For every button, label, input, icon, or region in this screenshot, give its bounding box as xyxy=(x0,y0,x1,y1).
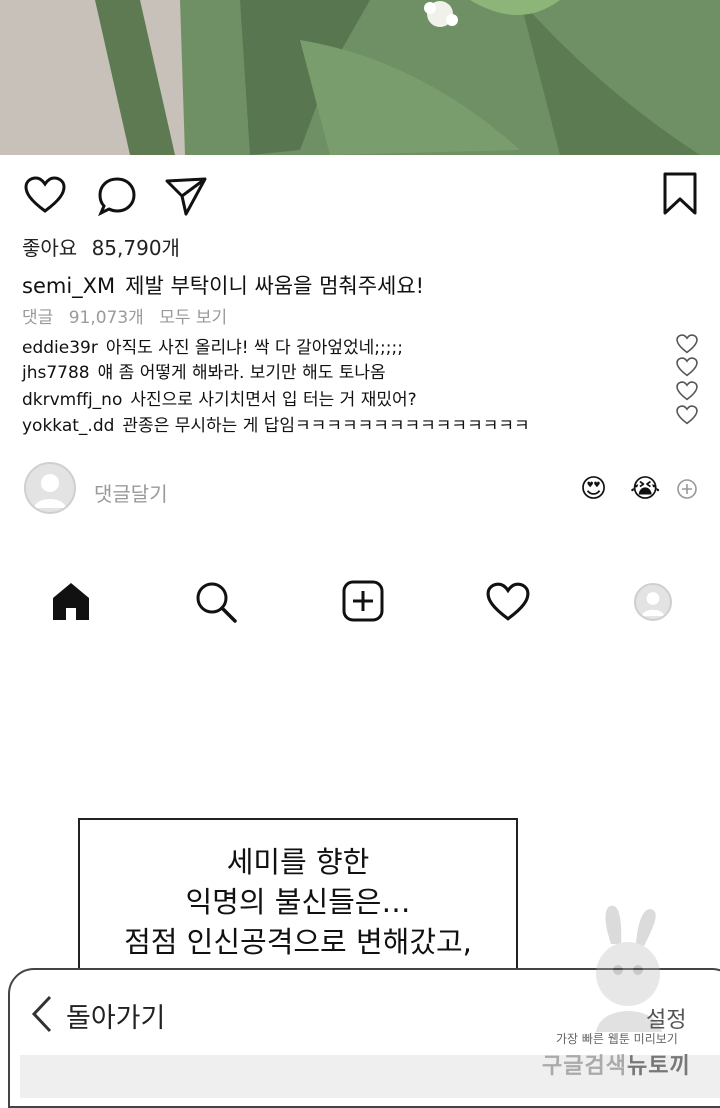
watermark-tagline: 가장 빠른 웹툰 미리보기 xyxy=(556,1032,678,1046)
comment-text: 얘 좀 어떻게 해봐라. 보기만 해도 토나옴 xyxy=(97,363,386,383)
share-icon[interactable] xyxy=(164,176,208,216)
comments-count: 91,073개 xyxy=(68,308,144,328)
comment-like-heart-icon[interactable] xyxy=(676,381,698,401)
comment-icon[interactable] xyxy=(96,176,138,216)
bookmark-icon[interactable] xyxy=(662,172,698,216)
comment-row: jhs7788 얘 좀 어떻게 해봐라. 보기만 해도 토나옴 xyxy=(22,358,386,383)
back-button[interactable]: 돌아가기 xyxy=(66,996,165,1035)
post-image xyxy=(0,0,720,155)
view-all-label: 모두 보기 xyxy=(159,308,228,328)
add-comment-input[interactable]: 댓글달기 xyxy=(94,478,168,507)
chevron-left-icon[interactable] xyxy=(30,994,54,1034)
comment-like-heart-icon[interactable] xyxy=(676,357,698,377)
comments-label: 댓글 xyxy=(22,308,54,328)
likes-count: 좋아요 85,790개 xyxy=(22,232,180,261)
heart-eyes-emoji-button[interactable]: 😍 xyxy=(580,474,607,504)
comment-username[interactable]: jhs7788 xyxy=(22,363,90,383)
profile-icon[interactable] xyxy=(634,583,672,621)
comment-text: 아직도 사진 올리냐! 싹 다 갈아엎었네;;;;; xyxy=(105,338,403,358)
caption-text: 제발 부탁이니 싸움을 멈춰주세요! xyxy=(125,274,425,298)
likes-number: 85,790개 xyxy=(91,236,180,260)
watermark-title-a: 구글검색 xyxy=(542,1054,627,1079)
heart-icon[interactable] xyxy=(24,176,66,214)
narration-line: 점점 인신공격으로 변해갔고, xyxy=(124,925,472,959)
comment-text: 사진으로 사기치면서 입 터는 거 재밌어? xyxy=(130,390,417,410)
home-icon[interactable] xyxy=(50,580,92,622)
narration-line: 세미를 향한 xyxy=(226,845,370,879)
search-icon[interactable] xyxy=(194,580,238,624)
crying-emoji-button[interactable]: 😭 xyxy=(630,474,660,504)
comment-like-heart-icon[interactable] xyxy=(676,405,698,425)
comment-row: eddie39r 아직도 사진 올리냐! 싹 다 갈아엎었네;;;;; xyxy=(22,333,403,358)
likes-label: 좋아요 xyxy=(22,236,78,260)
add-post-icon[interactable] xyxy=(342,580,384,622)
comment-row: dkrvmffj_no 사진으로 사기치면서 입 터는 거 재밌어? xyxy=(22,385,417,410)
commenter-avatar xyxy=(24,462,76,514)
comment-username[interactable]: dkrvmffj_no xyxy=(22,390,122,410)
comment-username[interactable]: eddie39r xyxy=(22,338,98,358)
narration-box: 세미를 향한 익명의 불신들은… 점점 인신공격으로 변해갔고, xyxy=(78,818,518,986)
post-caption: semi_XM 제발 부탁이니 싸움을 멈춰주세요! xyxy=(22,270,424,300)
comment-text: 관종은 무시하는 게 답임ㅋㅋㅋㅋㅋㅋㅋㅋㅋㅋㅋㅋㅋㅋㅋ xyxy=(122,416,530,436)
activity-heart-icon[interactable] xyxy=(486,582,530,622)
caption-username[interactable]: semi_XM xyxy=(22,274,115,298)
narration-line: 익명의 불신들은… xyxy=(185,885,411,919)
comment-row: yokkat_.dd 관종은 무시하는 게 답임ㅋㅋㅋㅋㅋㅋㅋㅋㅋㅋㅋㅋㅋㅋㅋ xyxy=(22,411,530,436)
watermark-title: 구글검색뉴토끼 xyxy=(542,1048,691,1080)
watermark-title-b: 뉴토끼 xyxy=(626,1054,691,1079)
add-emoji-plus-icon[interactable] xyxy=(676,478,698,500)
comment-username[interactable]: yokkat_.dd xyxy=(22,416,114,436)
comment-like-heart-icon[interactable] xyxy=(676,334,698,354)
view-all-comments-link[interactable]: 댓글 91,073개 모두 보기 xyxy=(22,303,227,328)
